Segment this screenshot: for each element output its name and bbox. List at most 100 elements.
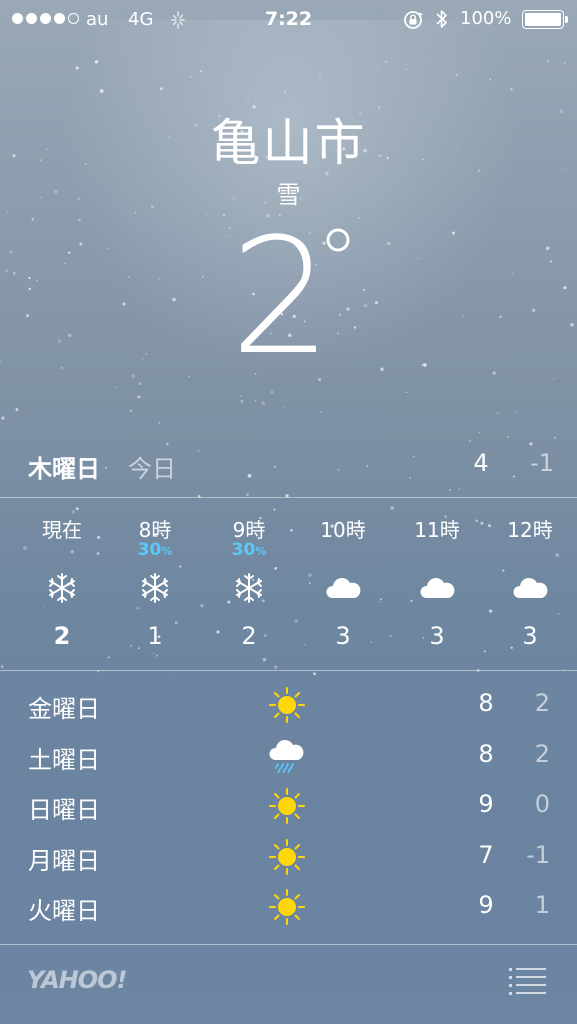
- hourly-temperature: 3: [429, 622, 445, 650]
- snow-particle: [376, 64, 379, 66]
- low-temperature: 0: [534, 790, 550, 818]
- yahoo-link[interactable]: YAHOO!: [27, 966, 127, 994]
- snow-particle: [449, 488, 451, 491]
- high-temperature: 7: [478, 840, 494, 869]
- list-icon[interactable]: [506, 966, 550, 996]
- hourly-item: 11時 3: [390, 498, 484, 670]
- snow-particle: [507, 436, 510, 438]
- snow-particle: [385, 60, 387, 63]
- hourly-item: 12時 3: [483, 498, 577, 670]
- snow-particle: [421, 364, 424, 366]
- weather-condition: 雪: [276, 181, 301, 209]
- snow-particle: [553, 436, 556, 439]
- svg-text:2: 2: [230, 210, 332, 360]
- snow-particle: [114, 386, 117, 389]
- snow-particle: [255, 373, 257, 375]
- snow-particle: [240, 399, 244, 403]
- cloud-icon: [510, 570, 550, 606]
- weekday-label: 日曜日: [28, 796, 100, 824]
- hourly-temperature: 2: [241, 622, 257, 650]
- bluetooth-icon: [434, 7, 450, 36]
- sun-icon: [266, 786, 308, 826]
- snowflake-icon: [229, 570, 269, 606]
- divider-middle: [0, 670, 577, 671]
- today-high: 4: [473, 449, 489, 477]
- snow-particle: [94, 60, 99, 64]
- low-temperature: -1: [526, 840, 550, 869]
- weekday-label: 金曜日: [28, 695, 100, 723]
- snow-particle: [188, 375, 190, 378]
- hourly-time: 現在: [42, 518, 82, 542]
- battery-percentage: 100%: [460, 8, 512, 29]
- snowflake-icon: [135, 570, 175, 606]
- snow-particle: [564, 62, 566, 64]
- sun-icon: [266, 837, 308, 877]
- today-low: -1: [530, 449, 554, 477]
- today-label: 今日: [128, 455, 176, 483]
- snow-particle: [313, 672, 316, 676]
- snow-particle: [509, 87, 513, 91]
- snow-particle: [318, 73, 322, 76]
- hourly-item: 9時 30% 2: [202, 498, 296, 670]
- hourly-item: 8時 30% 1: [108, 498, 202, 670]
- snow-particle: [261, 401, 265, 405]
- daily-row: 月曜日 7 -1: [0, 833, 577, 883]
- low-temperature: 2: [534, 739, 550, 768]
- today-weekday: 木曜日: [28, 455, 100, 483]
- precipitation-chance: 30%: [137, 540, 173, 560]
- snow-particle: [547, 60, 550, 63]
- cloud-icon: [323, 570, 363, 606]
- snow-particle: [468, 439, 472, 443]
- hourly-temperature: 3: [335, 622, 351, 650]
- snow-particle: [199, 70, 202, 73]
- snow-particle: [165, 442, 169, 446]
- snow-particle: [131, 373, 136, 378]
- current-temperature: 2: [0, 210, 577, 364]
- snow-particle: [96, 82, 99, 84]
- snow-particle: [245, 492, 249, 497]
- snow-particle: [1, 416, 5, 420]
- snow-particle: [284, 91, 286, 94]
- hourly-forecast[interactable]: 現在 2 8時 30% 1 9時 30% 2 10時 3 11時 3 12時 3: [0, 498, 577, 670]
- high-temperature: 9: [478, 891, 494, 919]
- status-bar: au 4G 7:22 100%: [0, 0, 577, 40]
- snow-particle: [137, 395, 141, 399]
- snow-particle: [282, 406, 284, 409]
- rotation-lock-icon: [402, 9, 424, 36]
- snow-particle: [405, 391, 408, 394]
- snow-particle: [60, 366, 63, 369]
- snow-particle: [129, 409, 133, 413]
- rain-cloud-icon: [266, 736, 308, 776]
- snow-particle: [455, 73, 459, 77]
- snow-particle: [405, 68, 408, 70]
- hourly-time: 12時: [507, 518, 553, 542]
- battery-icon: [522, 10, 568, 29]
- hourly-item: 10時 3: [296, 498, 390, 670]
- weekday-label: 土曜日: [28, 745, 100, 774]
- snow-particle: [318, 378, 322, 382]
- snow-particle: [158, 422, 161, 424]
- hourly-time: 10時: [320, 518, 366, 542]
- snow-particle: [75, 66, 79, 70]
- cloud-icon: [417, 570, 457, 606]
- daily-row: 火曜日 9 1: [0, 883, 577, 933]
- snow-particle: [552, 378, 555, 380]
- hourly-time: 8時: [138, 518, 172, 542]
- low-temperature: 1: [534, 891, 550, 919]
- snow-particle: [255, 400, 257, 402]
- hourly-temperature: 2: [53, 622, 71, 650]
- hourly-time: 9時: [232, 518, 266, 542]
- snow-particle: [380, 367, 384, 372]
- snow-particle: [489, 78, 491, 80]
- snow-particle: [320, 410, 322, 413]
- daily-row: 土曜日 8 2: [0, 732, 577, 782]
- weekday-label: 火曜日: [28, 897, 100, 925]
- high-temperature: 9: [478, 790, 494, 818]
- sun-icon: [266, 887, 308, 927]
- snow-particle: [169, 678, 171, 680]
- snow-particle: [515, 411, 517, 414]
- snow-particle: [15, 407, 19, 412]
- snowflake-icon: [42, 570, 82, 606]
- low-temperature: 2: [534, 689, 550, 717]
- hourly-temperature: 3: [522, 622, 538, 650]
